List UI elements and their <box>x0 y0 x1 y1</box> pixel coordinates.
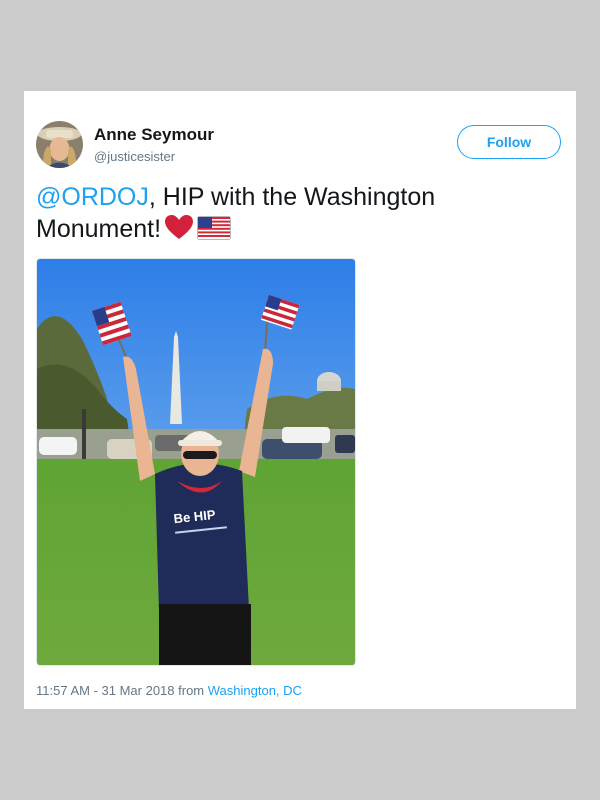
author-handle[interactable]: @justicesister <box>94 149 175 164</box>
tweet-timestamp[interactable]: 11:57 AM - 31 Mar 2018 <box>36 683 175 698</box>
tweet-card: Anne Seymour @justicesister Follow @ORDO… <box>24 91 576 709</box>
tweet-metadata: 11:57 AM - 31 Mar 2018 from Washington, … <box>36 683 302 698</box>
mention-link[interactable]: @ORDOJ <box>36 183 149 211</box>
from-label: from <box>178 683 205 698</box>
us-flag-icon <box>197 216 232 240</box>
red-heart-icon <box>165 215 194 239</box>
follow-button[interactable]: Follow <box>457 125 561 159</box>
photo-image: Be HIP <box>37 259 355 665</box>
avatar[interactable] <box>36 121 83 168</box>
tweet-text: @ORDOJ, HIP with the Washington Monument… <box>36 181 556 245</box>
author-display-name[interactable]: Anne Seymour <box>94 125 214 145</box>
tweet-photo[interactable]: Be HIP <box>36 258 356 666</box>
avatar-image <box>36 121 83 168</box>
location-link[interactable]: Washington, DC <box>208 683 302 698</box>
